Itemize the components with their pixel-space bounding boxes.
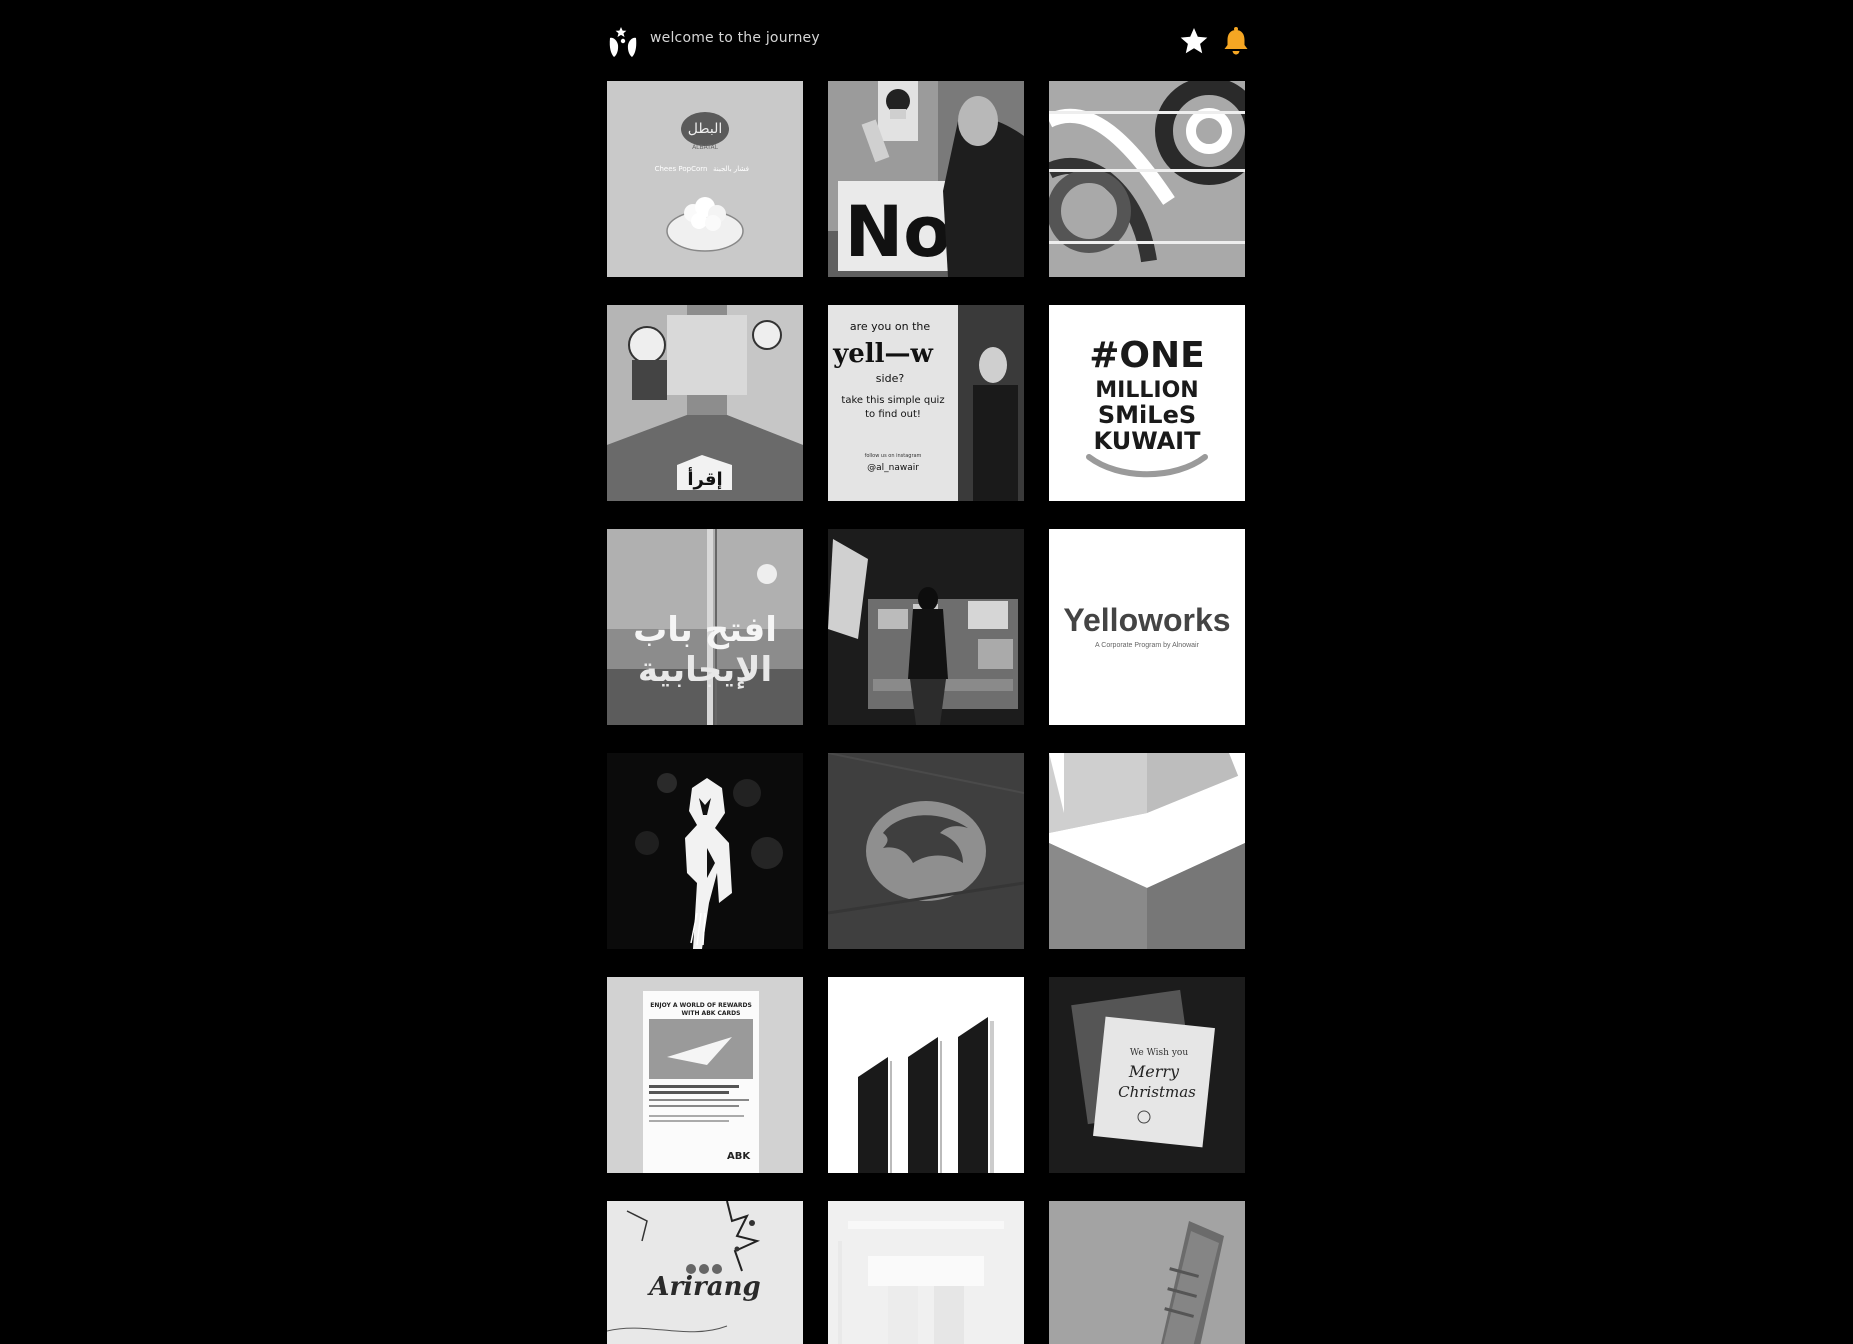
tile-classroom-installation[interactable]: إقرأ: [607, 305, 803, 501]
tile-text: side?: [876, 372, 905, 385]
tile-black-bars-graphic[interactable]: [828, 977, 1024, 1173]
tile-yelloworks-logo[interactable]: Yelloworks A Corporate Program by Alnowa…: [1049, 529, 1245, 725]
tile-text: ABK: [727, 1151, 751, 1162]
app-window: welcome to the journey البطل ALBATAL Che…: [0, 0, 1853, 1344]
tile-thundercats-emblem[interactable]: [828, 753, 1024, 949]
tile-building-brochure[interactable]: [1049, 1201, 1245, 1344]
tile-text: WITH ABK CARDS: [682, 1010, 741, 1017]
tile-yellow-side-quiz[interactable]: are you on the yell—w side? take this si…: [828, 305, 1024, 501]
tile-text: take this simple quiz: [841, 395, 944, 406]
tile-white-shapes[interactable]: [828, 1201, 1024, 1344]
header-bar: welcome to the journey: [607, 22, 1248, 60]
tile-text: SMiLeS: [1098, 401, 1196, 429]
tile-wolverine-silhouette[interactable]: [607, 753, 803, 949]
tile-text: إقرأ: [687, 467, 722, 490]
logo-icon[interactable]: [607, 26, 639, 58]
tile-text: افتح باب: [633, 610, 777, 650]
portfolio-grid: البطل ALBATAL Chees PopCorn فشار بالجبنة…: [607, 81, 1247, 1344]
tile-text: We Wish you: [1130, 1048, 1188, 1058]
tile-text: #ONE: [1089, 335, 1205, 376]
notifications-button[interactable]: [1220, 25, 1252, 57]
tile-market-stall-photo[interactable]: [828, 529, 1024, 725]
tile-merry-christmas-card[interactable]: We Wish you Merry Christmas: [1049, 977, 1245, 1173]
tile-text: الإيجابية: [638, 650, 772, 690]
tile-text: ALBATAL: [692, 144, 719, 151]
tile-swirl-pattern[interactable]: [1049, 81, 1245, 277]
tile-open-door-positivity[interactable]: افتح باب الإيجابية: [607, 529, 803, 725]
tile-text: yell—w: [832, 339, 933, 369]
tile-text: Christmas: [1118, 1083, 1196, 1101]
tile-arirang-poster[interactable]: Arirang: [607, 1201, 803, 1344]
tile-geometric-shapes[interactable]: [1049, 753, 1245, 949]
tile-text: follow us on instagram: [865, 453, 922, 459]
tile-text: A Corporate Program by Alnowair: [1095, 642, 1200, 649]
tile-bruce-lee-sign[interactable]: No: [828, 81, 1024, 277]
tile-text: MILLION: [1095, 378, 1198, 403]
tile-one-million-smiles[interactable]: #ONE MILLION SMiLeS KUWAIT: [1049, 305, 1245, 501]
tile-text: ENJOY A WORLD OF REWARDS: [650, 1002, 752, 1009]
tile-text: Chees PopCorn: [655, 165, 708, 173]
tile-text: @al_nawair: [867, 463, 919, 473]
tile-text: to find out!: [865, 409, 921, 420]
tile-text: البطل: [688, 121, 722, 137]
tile-text: Arirang: [646, 1272, 760, 1302]
favorites-button[interactable]: [1178, 25, 1210, 57]
tile-albatal-popcorn[interactable]: البطل ALBATAL Chees PopCorn فشار بالجبنة: [607, 81, 803, 277]
tile-abk-rewards-poster[interactable]: ENJOY A WORLD OF REWARDS WITH ABK CARDS …: [607, 977, 803, 1173]
star-icon: [1180, 28, 1208, 54]
tile-text: فشار بالجبنة: [713, 165, 749, 173]
tile-text: are you on the: [850, 320, 930, 333]
tile-text: KUWAIT: [1094, 427, 1202, 455]
bell-icon: [1224, 27, 1248, 55]
tile-text: Yelloworks: [1063, 602, 1230, 638]
tile-text: No: [845, 191, 952, 273]
tile-text: Merry: [1128, 1062, 1180, 1081]
page-title: welcome to the journey: [650, 30, 820, 46]
